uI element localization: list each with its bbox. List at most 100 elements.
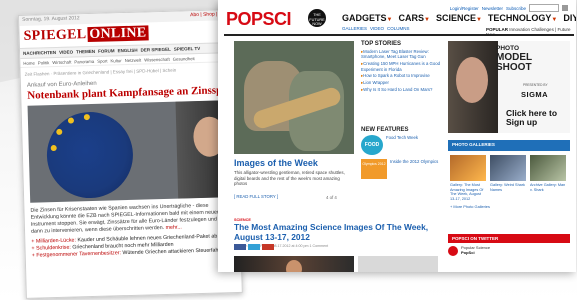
spiegel-subnav-item[interactable]: Wissenschaft [144,56,170,62]
chevron-down-icon: ▼ [423,17,430,23]
more-galleries-link[interactable]: + More Photo Galleries [448,204,570,209]
spiegel-date: Sonntag, 19. August 2012 [22,15,80,23]
article-title[interactable]: The Most Amazing Science Images Of The W… [234,222,439,242]
spiegel-subnav-item[interactable]: Gesundheit [173,56,195,62]
ad-signup-cta[interactable]: Click here to Sign up [506,109,570,127]
spiegel-nav-item[interactable]: FORUM [98,48,115,53]
gallery-caption[interactable]: Archive Gallery: Man v. Shark [530,183,566,192]
twitter-name: PopSci [461,250,475,255]
new-feature-item[interactable]: FOOD Food Tech Week [361,135,441,155]
new-feature-label[interactable]: Food Tech Week [386,135,418,140]
sigma-advertisement[interactable]: PHOTO MODEL SHOOT PRESENTED BY SIGMA Clic… [448,41,570,133]
nav-science[interactable]: SCIENCE▼ [436,13,482,23]
spiegel-nav-item[interactable]: THEMEN [76,49,95,55]
spiegel-more-link[interactable]: mehr... [165,225,181,231]
spiegel-nav-item[interactable]: ENGLISH [117,48,137,54]
spiegel-logo-box: ONLINE [87,25,149,43]
related-link-title[interactable]: Milliarden-Lücke: [36,237,76,244]
top-stories-heading: TOP STORIES [361,41,402,47]
gallery-thumbnail[interactable] [450,155,486,181]
spiegel-nav-item[interactable]: SPIEGEL TV [174,46,201,52]
read-full-story-link[interactable]: [ READ FULL STORY ] [234,194,278,199]
twitter-account[interactable]: Popular Science PopSci [448,243,570,256]
feature-pager[interactable]: 4 of 4 [326,195,337,200]
gallery-thumbnails: Gallery: The Most Amazing Images Of The … [448,151,570,201]
header-divider [224,34,574,36]
related-link-title[interactable]: Festgenommener Tavernenbesitzer: [36,250,121,258]
gallery-thumbnail[interactable] [530,155,566,181]
spiegel-related-list: Milliarden-Lücke: Kauder und Schäuble le… [25,232,241,261]
feature-caption: This alligator-wrestling gentleman, reti… [234,170,345,186]
nav-gadgets[interactable]: GADGETS▼ [342,13,392,23]
twitter-icon[interactable] [248,244,260,250]
popsci-page: Login/Register Newsletter Subscribe POPS… [218,0,576,272]
spiegel-subnav-item[interactable]: Kultur [110,58,121,63]
facebook-icon[interactable] [234,244,246,250]
feature-photo[interactable] [234,41,354,154]
google-plus-icon[interactable] [262,244,274,250]
chevron-down-icon: ▼ [475,17,482,23]
ad-line-2: MODEL SHOOT [496,53,532,73]
nav-label: SCIENCE [435,13,476,23]
gallery-thumbnail[interactable] [490,155,526,181]
list-item[interactable]: Lion Wrapper [361,80,441,85]
spiegel-subnav-item[interactable]: Home [23,60,35,65]
top-stories-list: Modern Laser Tag Blaster Review: Smartph… [361,49,441,92]
subnav-columns[interactable]: COLUMNS [387,26,410,31]
popsci-sub-nav: GALLERIES VIDEO COLUMNS [342,26,410,31]
nav-cars[interactable]: CARS▼ [398,13,429,23]
nav-diy[interactable]: DIY▼ [563,13,576,23]
spiegel-subnav-item[interactable]: Panorama [74,58,94,64]
new-features-heading: NEW FEATURES [361,127,409,133]
euro-symbol-sculpture [45,110,135,200]
login-register-link[interactable]: Login/Register [450,6,479,11]
twitter-heading: POPSCI ON TWITTER [448,234,570,243]
popsci-logo[interactable]: POPSCI [226,9,292,30]
new-features: NEW FEATURES FOOD Food Tech Week Olympic… [361,127,441,183]
popsci-utility-bar: Login/Register Newsletter Subscribe [450,4,568,12]
subnav-video[interactable]: VIDEO [370,26,384,31]
article-image[interactable] [234,256,354,272]
olympics-badge-icon: Olympics 2012 [361,159,387,179]
newsletter-link[interactable]: Newsletter [482,6,503,11]
spiegel-nav-item[interactable]: NACHRICHTEN [23,50,56,56]
search-icon[interactable] [562,5,568,11]
new-feature-item[interactable]: Olympics 2012 Inside the 2012 Olympics [361,159,441,179]
spiegel-subnav-item[interactable]: Sport [97,58,107,63]
subnav-galleries[interactable]: GALLERIES [342,26,367,31]
nav-label: TECHNOLOGY [487,13,552,23]
chevron-down-icon: ▼ [551,17,558,23]
list-item[interactable]: Creating 150 MPH Hurricanes is a Good Ex… [361,61,441,72]
nav-technology[interactable]: TECHNOLOGY▼ [488,13,557,23]
nav-label: GADGETS [342,13,387,23]
gallery-item[interactable]: Archive Gallery: Man v. Shark [530,155,566,201]
photo-galleries-heading: PHOTO GALLERIES [448,140,570,151]
science-article-teaser: SCIENCE The Most Amazing Science Images … [234,218,439,272]
related-link-title[interactable]: Schuldenkrise: [36,245,71,252]
future-now-badge-icon[interactable]: THE FUTURE NOW [308,9,326,27]
gallery-item[interactable]: Gallery: The Most Amazing Images Of The … [450,155,486,201]
subscribe-link[interactable]: Subscribe [506,6,526,11]
feature-title[interactable]: Images of the Week [234,158,318,168]
ad-presented-by: PRESENTED BY [523,83,548,87]
search-input[interactable] [529,4,559,12]
spiegel-nav-item[interactable]: VIDEO [59,49,73,54]
list-item[interactable]: Why Is It So Hard to Land On Mars? [361,87,441,92]
spiegel-online-page: Sonntag, 19. August 2012 Abo | Shop | Lo… [18,8,243,299]
gallery-caption[interactable]: Gallery: The Most Amazing Images Of The … [450,183,486,201]
spiegel-logo-main: SPIEGEL [23,27,87,44]
spiegel-subnav-item[interactable]: Netzwelt [125,57,142,62]
spiegel-subnav-item[interactable]: Politik [38,60,50,65]
gallery-item[interactable]: Gallery: Weird Shark Names [490,155,526,201]
spiegel-subnav-item[interactable]: Wirtschaft [52,59,71,65]
article-side-block [358,256,438,272]
ad-model-photo [448,41,498,133]
spiegel-nav-item[interactable]: DER SPIEGEL [140,47,170,53]
gallery-caption[interactable]: Gallery: Weird Shark Names [490,183,526,192]
new-feature-label[interactable]: Inside the 2012 Olympics [390,159,438,164]
spiegel-article-image[interactable] [27,100,234,203]
popsci-twitter: POPSCI ON TWITTER Popular Science PopSci [448,234,570,256]
list-item[interactable]: Modern Laser Tag Blaster Review: Smartph… [361,49,441,60]
top-stories: TOP STORIES Modern Laser Tag Blaster Rev… [361,41,441,93]
list-item[interactable]: How to Spark a Robot to Improvise [361,73,441,78]
